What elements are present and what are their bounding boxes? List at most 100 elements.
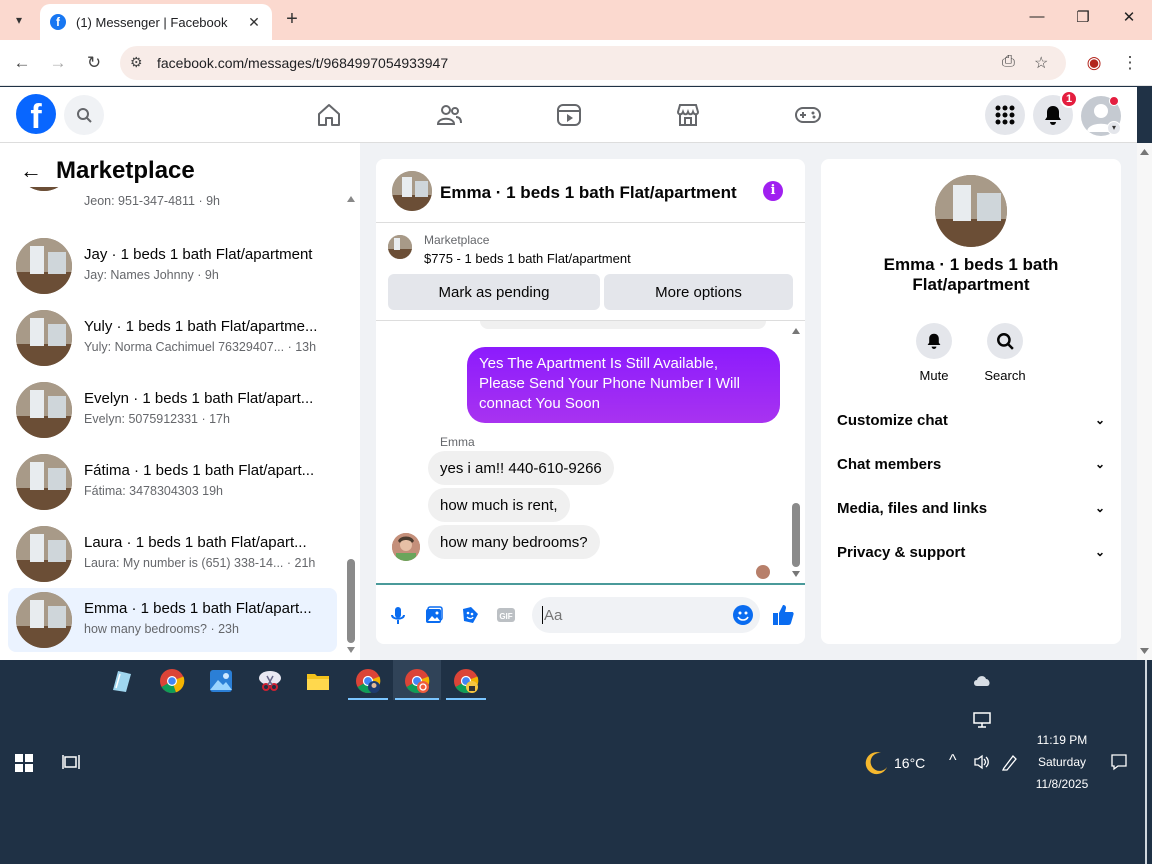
- outgoing-message: Yes The Apartment Is Still Available, Pl…: [467, 347, 780, 423]
- bookmark-star-icon[interactable]: ☆: [1034, 53, 1048, 73]
- composer-bar: GIF: [376, 583, 805, 644]
- conversation-item[interactable]: Yuly · 1 beds 1 bath Flat/apartme... Yul…: [8, 306, 337, 370]
- conversation-item[interactable]: Jay · 1 beds 1 bath Flat/apartment Jay: …: [8, 234, 337, 298]
- conversation-name: Evelyn · 1 beds 1 bath Flat/apart...: [84, 390, 314, 407]
- forward-icon[interactable]: →: [46, 51, 70, 75]
- chat-avatar[interactable]: [392, 171, 432, 211]
- task-view-icon[interactable]: [62, 753, 82, 771]
- message-scrollbar[interactable]: [790, 323, 802, 581]
- sender-name: Emma: [440, 435, 475, 449]
- site-info-icon[interactable]: ⚙: [130, 54, 143, 71]
- new-tab-icon[interactable]: +: [282, 9, 302, 29]
- browser-tab[interactable]: f (1) Messenger | Facebook ✕: [40, 4, 272, 40]
- facebook-search-icon[interactable]: [64, 95, 104, 135]
- clock-time[interactable]: 11:19 PM: [1030, 733, 1094, 747]
- section-label: Media, files and links: [837, 499, 988, 517]
- search-in-chat-button[interactable]: Search: [975, 323, 1035, 383]
- thumbs-up-icon[interactable]: [771, 603, 795, 627]
- browser-menu-icon[interactable]: ⋮: [1118, 51, 1142, 75]
- conversation-name: Yuly · 1 beds 1 bath Flat/apartme...: [84, 318, 318, 335]
- minimize-icon[interactable]: —: [1025, 8, 1049, 25]
- tab-close-icon[interactable]: ✕: [246, 14, 262, 31]
- restore-icon[interactable]: ❐: [1071, 8, 1095, 26]
- incoming-message: how much is rent,: [428, 488, 570, 522]
- clock-date[interactable]: 11/8/2025: [1030, 777, 1094, 791]
- volume-icon[interactable]: [973, 754, 991, 770]
- text-cursor: [542, 606, 543, 624]
- chat-header: Emma · 1 beds 1 bath Flat/apartment i: [376, 159, 805, 223]
- reload-icon[interactable]: ↻: [82, 51, 106, 75]
- page-scrollbar[interactable]: [1137, 143, 1152, 660]
- section-label: Chat members: [837, 455, 942, 473]
- sticker-icon[interactable]: [460, 605, 480, 625]
- emoji-icon[interactable]: [732, 604, 754, 626]
- listing-title[interactable]: $775 - 1 beds 1 bath Flat/apartment: [424, 251, 631, 266]
- conversation-preview: Laura: My number is (651) 338-14... · 21…: [84, 556, 316, 570]
- back-arrow-icon[interactable]: ←: [20, 158, 42, 184]
- chat-members-row[interactable]: Chat members ⌄: [837, 446, 1105, 482]
- video-icon[interactable]: [555, 101, 583, 129]
- network-display-icon[interactable]: [973, 712, 991, 728]
- chrome-icon[interactable]: [159, 668, 185, 694]
- microphone-icon[interactable]: [388, 605, 408, 625]
- snipping-tool-icon[interactable]: [257, 668, 283, 694]
- info-icon[interactable]: i: [763, 181, 783, 201]
- windows-start-icon[interactable]: [14, 753, 34, 773]
- photos-app-icon[interactable]: [208, 668, 234, 694]
- gif-icon[interactable]: GIF: [496, 605, 516, 625]
- conversation-thumbnail: [16, 238, 72, 294]
- active-app-indicator: [395, 698, 439, 700]
- weather-temperature[interactable]: 16°C: [894, 755, 925, 771]
- media-files-links-row[interactable]: Media, files and links ⌄: [837, 490, 1105, 526]
- conversation-preview: Jay: Names Johnny · 9h: [84, 268, 219, 282]
- notification-center-icon[interactable]: [1110, 753, 1128, 771]
- chrome-profile-2-icon[interactable]: [404, 668, 430, 694]
- tab-search-icon[interactable]: ▾: [6, 7, 32, 33]
- menu-grid-icon[interactable]: [985, 95, 1025, 135]
- chrome-profile-1-icon[interactable]: [355, 668, 381, 694]
- conversation-item[interactable]: Laura · 1 beds 1 bath Flat/apart... Laur…: [8, 522, 337, 586]
- message-input-box[interactable]: [532, 597, 760, 633]
- facebook-logo-icon[interactable]: f: [16, 94, 56, 134]
- account-chevron-down-icon[interactable]: ▾: [1107, 121, 1121, 135]
- notification-badge: 1: [1060, 90, 1078, 108]
- window-close-icon[interactable]: ✕: [1117, 8, 1141, 26]
- marketplace-icon[interactable]: [674, 101, 702, 129]
- install-app-icon[interactable]: ⎙: [1002, 53, 1015, 71]
- chevron-down-icon: ⌄: [1094, 413, 1105, 427]
- moon-weather-icon[interactable]: [864, 750, 890, 776]
- onedrive-cloud-icon[interactable]: [972, 673, 992, 687]
- chevron-up-icon[interactable]: ^: [949, 752, 957, 770]
- chrome-profile-3-icon[interactable]: [453, 668, 479, 694]
- file-explorer-icon[interactable]: [305, 668, 331, 694]
- notes-app-icon[interactable]: [109, 668, 135, 694]
- sidebar-scrollbar[interactable]: [344, 187, 358, 657]
- clock-day[interactable]: Saturday: [1030, 755, 1094, 769]
- privacy-support-row[interactable]: Privacy & support ⌄: [837, 534, 1105, 570]
- conversation-item[interactable]: Fátima · 1 beds 1 bath Flat/apart... Fát…: [8, 450, 337, 514]
- mute-button[interactable]: Mute: [904, 323, 964, 383]
- mark-as-pending-button[interactable]: Mark as pending: [388, 274, 600, 310]
- photo-icon[interactable]: [424, 605, 444, 625]
- profile-icon[interactable]: ◉: [1082, 51, 1106, 75]
- conversation-preview: Evelyn: 5075912331 · 17h: [84, 412, 230, 426]
- previous-message-bubble: [480, 321, 766, 329]
- search-icon: [987, 323, 1023, 359]
- customize-chat-row[interactable]: Customize chat ⌄: [837, 402, 1105, 438]
- url-text[interactable]: facebook.com/messages/t/9684997054933947: [157, 55, 448, 71]
- friends-icon[interactable]: [435, 101, 463, 129]
- chat-title[interactable]: Emma · 1 beds 1 bath Flat/apartment: [440, 183, 737, 203]
- facebook-favicon-icon: f: [50, 14, 66, 30]
- gaming-icon[interactable]: [794, 101, 822, 129]
- conversation-name: Laura · 1 beds 1 bath Flat/apart...: [84, 534, 307, 551]
- pen-icon[interactable]: [1001, 753, 1019, 771]
- more-options-button[interactable]: More options: [604, 274, 793, 310]
- message-input[interactable]: [544, 605, 724, 625]
- address-bar[interactable]: ⚙ facebook.com/messages/t/96849970549339…: [120, 46, 1066, 80]
- conversation-item-active[interactable]: Emma · 1 beds 1 bath Flat/apart... how m…: [8, 588, 337, 652]
- sidebar-header: ← Marketplace: [20, 157, 195, 185]
- conversation-item[interactable]: Evelyn · 1 beds 1 bath Flat/apart... Eve…: [8, 378, 337, 442]
- home-icon[interactable]: [315, 101, 343, 129]
- browser-toolbar: ← → ↻ ⚙ facebook.com/messages/t/96849970…: [0, 40, 1152, 86]
- back-icon[interactable]: ←: [10, 51, 34, 75]
